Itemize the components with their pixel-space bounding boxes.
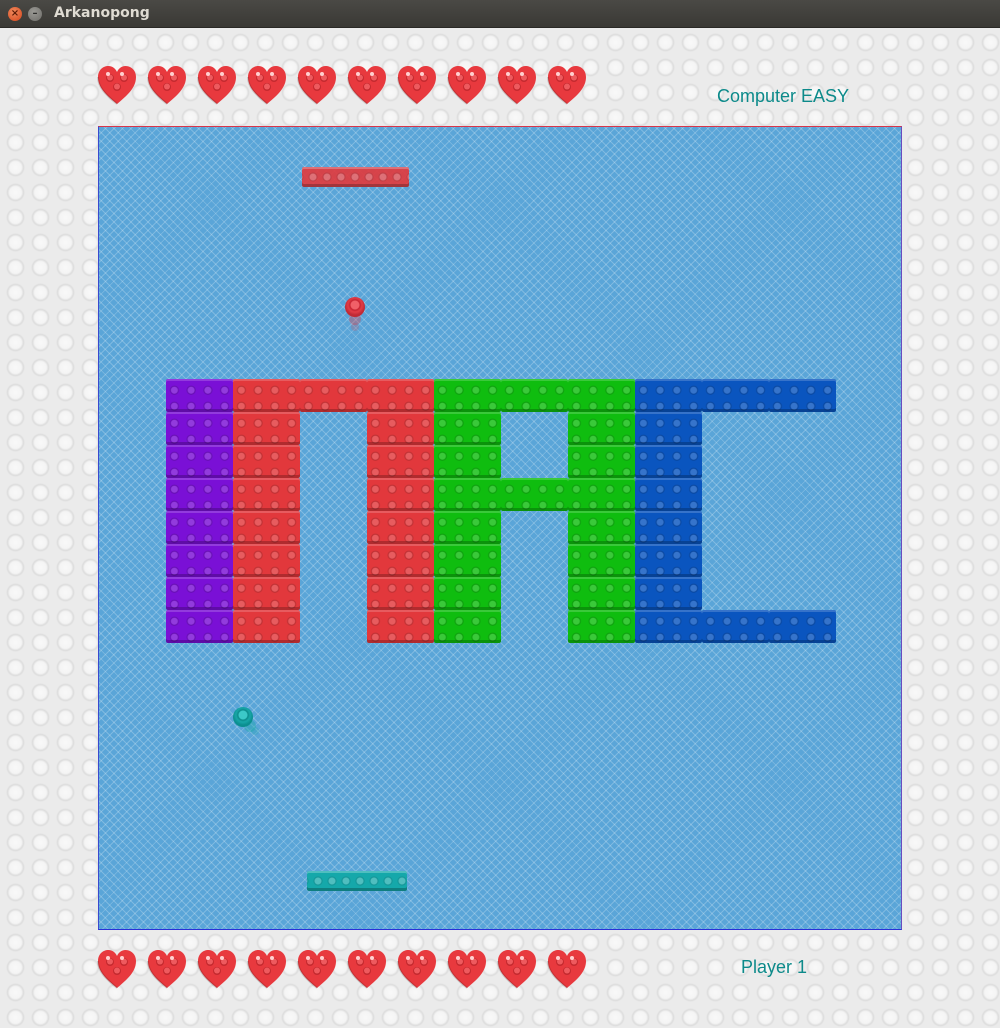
red-brick [233, 412, 300, 445]
player-paddle[interactable] [307, 871, 407, 891]
purple-brick [166, 577, 233, 610]
blue-brick [635, 412, 702, 445]
heart-icon [97, 66, 136, 105]
heart-icon [397, 950, 436, 989]
heart-icon [97, 950, 136, 989]
minimize-icon[interactable]: – [28, 7, 42, 21]
purple-brick [166, 610, 233, 643]
heart-icon [347, 950, 386, 989]
green-brick [568, 544, 635, 577]
green-brick [434, 610, 501, 643]
green-brick [434, 412, 501, 445]
window-title: Arkanopong [54, 5, 150, 21]
purple-brick [166, 478, 233, 511]
red-brick [367, 610, 434, 643]
heart-icon [247, 950, 286, 989]
blue-brick [635, 577, 702, 610]
heart-icon [547, 950, 586, 989]
blue-brick [635, 511, 702, 544]
red-brick [233, 478, 300, 511]
green-brick [434, 445, 501, 478]
computer-lives [97, 64, 587, 106]
green-brick [568, 511, 635, 544]
red-brick [233, 379, 300, 412]
player-lives [97, 948, 587, 990]
blue-brick [702, 379, 769, 412]
red-brick [300, 379, 367, 412]
heart-icon [447, 950, 486, 989]
green-brick [568, 412, 635, 445]
red-brick [367, 478, 434, 511]
heart-icon [497, 950, 536, 989]
computer-ball [345, 297, 365, 317]
heart-icon [347, 66, 386, 105]
red-brick [367, 412, 434, 445]
heart-icon [147, 66, 186, 105]
red-brick [233, 445, 300, 478]
heart-icon [247, 66, 286, 105]
green-brick [501, 478, 568, 511]
heart-icon [297, 66, 336, 105]
player-label: Player 1 [741, 957, 808, 977]
blue-brick [769, 610, 836, 643]
heart-icon [547, 66, 586, 105]
green-brick [434, 544, 501, 577]
purple-brick [166, 445, 233, 478]
green-brick [568, 577, 635, 610]
green-brick [434, 379, 501, 412]
blue-brick [635, 478, 702, 511]
red-brick [367, 379, 434, 412]
blue-brick [635, 610, 702, 643]
red-brick [233, 577, 300, 610]
heart-icon [497, 66, 536, 105]
red-ball-trail [351, 323, 359, 331]
red-brick [367, 445, 434, 478]
computer-paddle [302, 167, 409, 187]
red-brick [367, 544, 434, 577]
computer-player-label: Computer EASY [717, 86, 850, 106]
player-ball [233, 707, 253, 727]
green-brick [434, 511, 501, 544]
heart-icon [197, 66, 236, 105]
red-brick [367, 511, 434, 544]
playfield[interactable] [98, 126, 902, 930]
blue-brick [769, 379, 836, 412]
green-brick [434, 478, 501, 511]
window-titlebar: × – Arkanopong [0, 0, 1000, 28]
blue-brick [702, 610, 769, 643]
green-brick [501, 379, 568, 412]
red-brick [233, 610, 300, 643]
heart-icon [197, 950, 236, 989]
heart-icon [147, 950, 186, 989]
purple-brick [166, 511, 233, 544]
close-icon[interactable]: × [8, 7, 22, 21]
heart-icon [447, 66, 486, 105]
purple-brick [166, 412, 233, 445]
red-brick [233, 511, 300, 544]
red-brick [233, 544, 300, 577]
green-brick [568, 379, 635, 412]
purple-brick [166, 379, 233, 412]
green-brick [568, 445, 635, 478]
blue-brick [635, 544, 702, 577]
green-brick [568, 610, 635, 643]
purple-brick [166, 544, 233, 577]
green-brick [568, 478, 635, 511]
red-brick [367, 577, 434, 610]
heart-icon [397, 66, 436, 105]
blue-brick [635, 445, 702, 478]
teal-ball-trail [251, 727, 259, 735]
green-brick [434, 577, 501, 610]
heart-icon [297, 950, 336, 989]
blue-brick [635, 379, 702, 412]
